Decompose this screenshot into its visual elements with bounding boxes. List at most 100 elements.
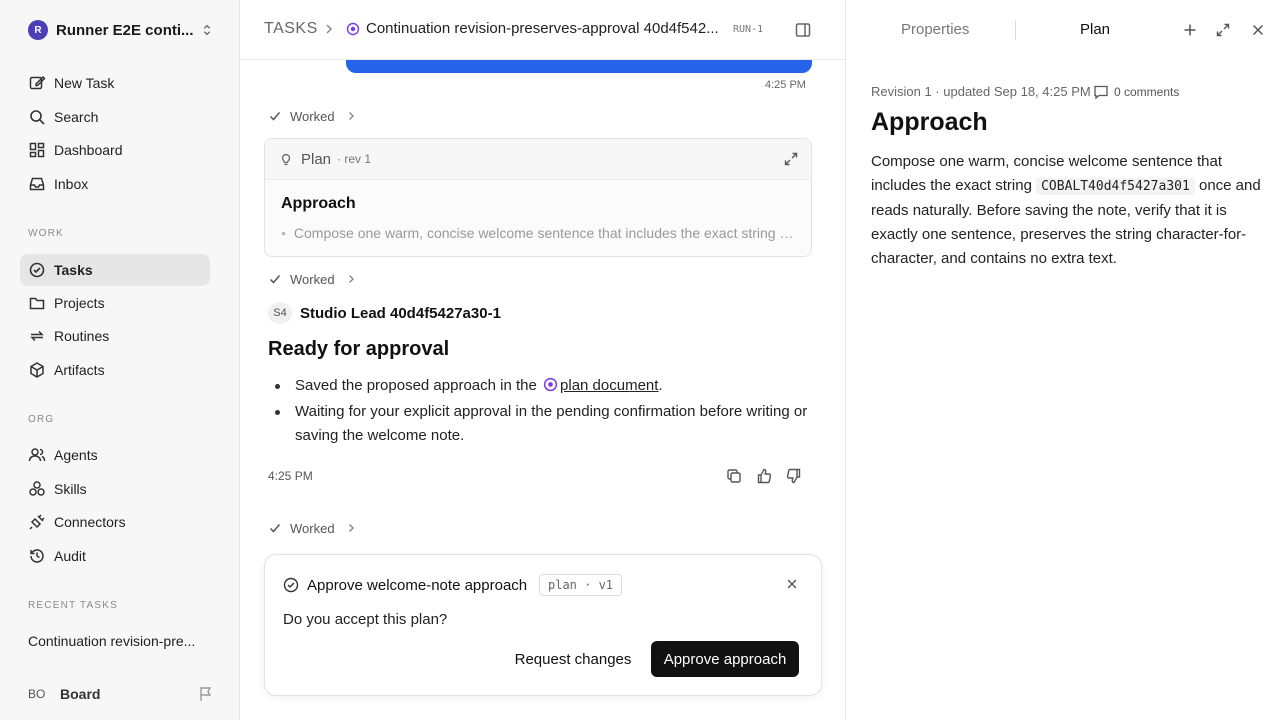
nav-skills[interactable]: Skills [20, 473, 210, 505]
history-icon [30, 549, 44, 563]
agent-name: Studio Lead 40d4f5427a30-1 [300, 304, 501, 322]
plan-code-string: COBALT40d4f5427a301 [1036, 178, 1195, 195]
nav-agents[interactable]: Agents [20, 439, 210, 471]
worked-label: Worked [290, 271, 335, 287]
agent-header: S4 Studio Lead 40d4f5427a30-1 [268, 302, 501, 324]
search-icon [30, 110, 45, 125]
plug-icon [29, 514, 45, 530]
tab-properties[interactable]: Properties [901, 21, 969, 38]
plan-document-icon [543, 377, 558, 392]
approval-question: Do you accept this plan? [283, 611, 448, 628]
task-main: TASKS Continuation revision-preserves-ap… [240, 0, 846, 720]
check-icon [269, 524, 281, 533]
users-icon [28, 448, 46, 462]
chevron-right-icon [348, 112, 354, 120]
section-recent-label: RECENT TASKS [28, 600, 118, 611]
repeat-icon [30, 330, 44, 342]
nav-connectors[interactable]: Connectors [20, 506, 210, 538]
plan-revision: · rev 1 [337, 152, 372, 166]
comments-count: 0 comments [1114, 85, 1180, 99]
message-time: 4:25 PM [765, 79, 806, 91]
plan-document-link[interactable]: plan document [560, 377, 658, 394]
nav-label: Projects [54, 295, 105, 311]
nav-dashboard[interactable]: Dashboard [20, 134, 210, 166]
plan-body: Compose one warm, concise welcome senten… [871, 150, 1261, 271]
plan-revision-meta: Revision 1 · updated Sep 18, 4:25 PM [871, 84, 1091, 99]
nav-routines[interactable]: Routines [20, 320, 210, 352]
nav-label: Connectors [54, 514, 126, 530]
page-title: Continuation revision-preserves-approval… [366, 20, 719, 37]
nav-label: Search [54, 109, 99, 125]
nav-label: Dashboard [54, 142, 123, 158]
worked-toggle[interactable]: Worked [268, 107, 357, 125]
nav-label: Audit [54, 548, 86, 564]
nav-label: New Task [54, 75, 115, 91]
recent-task-item[interactable]: Continuation revision-pre... [28, 633, 208, 649]
workspace-switcher[interactable]: R Runner E2E conti... [28, 18, 214, 42]
request-changes-button[interactable]: Request changes [503, 641, 643, 677]
workspace-name: Runner E2E conti... [56, 21, 194, 39]
nav-artifacts[interactable]: Artifacts [20, 354, 210, 386]
close-icon[interactable] [1250, 22, 1266, 38]
inbox-icon [29, 177, 45, 191]
user-menu[interactable]: BO Board [28, 683, 214, 705]
expand-icon[interactable] [1215, 22, 1231, 38]
panel-toggle-icon[interactable] [794, 21, 812, 39]
chevron-right-icon [348, 524, 354, 532]
worked-toggle[interactable]: Worked [268, 519, 357, 537]
expand-icon[interactable] [783, 151, 799, 167]
lightbulb-icon [281, 153, 291, 166]
avatar: BO [28, 687, 46, 701]
skills-icon [29, 481, 45, 496]
nav-tasks[interactable]: Tasks [20, 254, 210, 286]
run-tag: RUN-1 [733, 24, 764, 35]
nav-search[interactable]: Search [20, 101, 210, 133]
close-icon[interactable] [785, 577, 799, 591]
chevron-right-icon [348, 275, 354, 283]
nav-inbox[interactable]: Inbox [20, 168, 210, 200]
bullet-suffix: . [658, 377, 663, 394]
workspace-logo: R [28, 20, 48, 40]
flag-icon[interactable] [198, 686, 214, 702]
comments-button[interactable]: 0 comments [1093, 84, 1179, 100]
check-icon [269, 112, 281, 121]
reply-bullets: Saved the proposed approach in the plan … [268, 374, 808, 450]
approval-title: Approve welcome-note approach [307, 577, 528, 594]
nav-projects[interactable]: Projects [20, 287, 210, 319]
check-circle-icon [29, 262, 45, 278]
reply-time: 4:25 PM [268, 469, 313, 483]
list-item: Saved the proposed approach in the plan … [268, 374, 808, 398]
tab-plan[interactable]: Plan [1080, 21, 1110, 38]
box-icon [30, 362, 44, 378]
plan-card-header: Plan · rev 1 [265, 139, 811, 180]
copy-icon[interactable] [726, 468, 742, 484]
chevron-right-icon [326, 24, 333, 34]
nav-new-task[interactable]: New Task [20, 67, 210, 99]
task-status-icon [346, 22, 360, 36]
thumbs-down-icon[interactable] [786, 468, 802, 484]
bullet-text: Saved the proposed approach in the [295, 377, 537, 394]
nav-label: Tasks [54, 262, 93, 278]
dashboard-icon [29, 142, 45, 158]
worked-label: Worked [290, 108, 335, 124]
sidebar: R Runner E2E conti... New Task Search Da… [0, 0, 240, 720]
nav-label: Artifacts [54, 362, 105, 378]
worked-toggle[interactable]: Worked [268, 270, 357, 288]
plus-icon[interactable] [1182, 22, 1198, 38]
nav-label: Skills [54, 481, 87, 497]
approve-approach-button[interactable]: Approve approach [651, 641, 799, 677]
nav-label: Inbox [54, 176, 89, 192]
plan-heading: Approach [281, 195, 356, 212]
plan-card[interactable]: Plan · rev 1 Approach Compose one warm, … [264, 138, 812, 257]
plan-label: Plan [301, 150, 332, 168]
nav-audit[interactable]: Audit [20, 540, 210, 572]
tab-divider [1015, 20, 1016, 40]
folder-icon [29, 297, 45, 310]
nav-label: Routines [54, 328, 110, 344]
check-icon [269, 275, 281, 284]
check-circle-icon [283, 577, 299, 593]
breadcrumb-tasks[interactable]: TASKS [264, 20, 318, 38]
thumbs-up-icon[interactable] [756, 468, 772, 484]
approval-tag: plan · v1 [539, 574, 623, 596]
section-work-label: WORK [28, 228, 64, 239]
